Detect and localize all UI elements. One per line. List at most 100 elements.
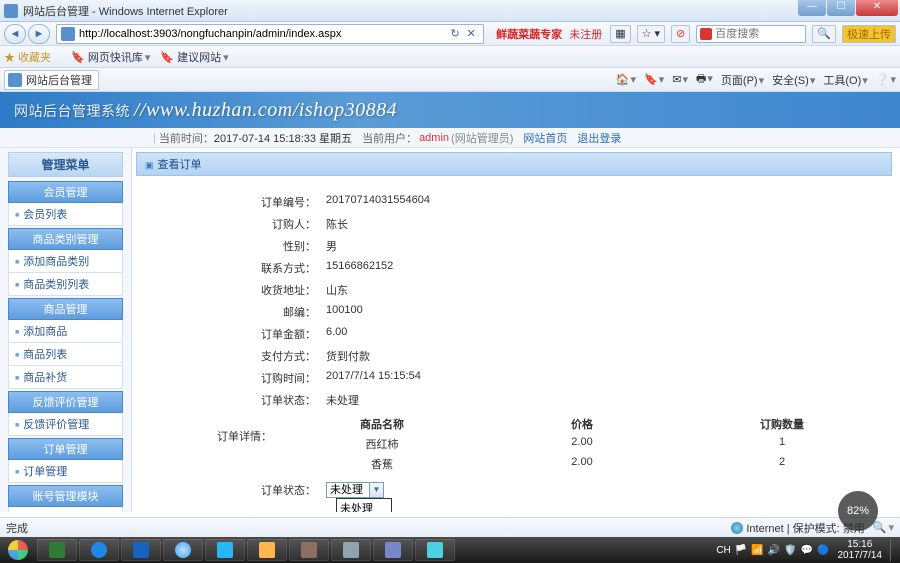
task-browser[interactable] bbox=[163, 539, 203, 561]
stop-button[interactable]: ✕ bbox=[463, 27, 479, 40]
task-ie[interactable] bbox=[79, 539, 119, 561]
compat-button[interactable]: ▦ bbox=[610, 25, 630, 43]
tray-flag-icon[interactable]: 🏳️ bbox=[735, 545, 747, 556]
task-app1[interactable] bbox=[289, 539, 329, 561]
link-site-home[interactable]: 网站首页 bbox=[523, 130, 567, 146]
home-icon[interactable]: 🏠▾ bbox=[616, 73, 636, 86]
system-tray[interactable]: CH 🏳️ 📶 🔊 🛡️ 💬 🔵 15:16 2017/7/14 bbox=[716, 539, 900, 561]
total-value: 6.00 bbox=[326, 326, 882, 342]
window-caption-buttons: — ☐ ✕ bbox=[797, 0, 898, 16]
mail-icon[interactable]: ✉▾ bbox=[672, 73, 688, 86]
sidebar-group-header[interactable]: 账号管理模块 bbox=[8, 485, 123, 507]
status-select[interactable]: 未处理 ▼ bbox=[326, 482, 384, 498]
status-dropdown[interactable]: 未处理 已发货 bbox=[336, 498, 392, 512]
task-media[interactable] bbox=[205, 539, 245, 561]
sidebar-item[interactable]: 商品列表 bbox=[8, 343, 123, 366]
feeds-icon[interactable]: 🔖▾ bbox=[644, 73, 664, 86]
ie-command-bar: 🏠▾ 🔖▾ ✉▾ 🖶▾ 页面(P)▾ 安全(S)▾ 工具(O)▾ ❔▾ bbox=[616, 70, 896, 89]
baidu-icon bbox=[700, 28, 712, 40]
search-go-button[interactable]: 🔍 bbox=[812, 25, 836, 43]
zoom-out-icon[interactable]: 🔍 bbox=[873, 521, 887, 534]
search-box[interactable] bbox=[696, 25, 806, 43]
extra-button[interactable]: ☆ ▾ bbox=[637, 25, 665, 43]
help-icon[interactable]: ❔▾ bbox=[876, 73, 896, 86]
ie-icon bbox=[91, 542, 107, 558]
tray-volume-icon[interactable]: 🔊 bbox=[768, 545, 780, 556]
fav-link-1[interactable]: 🔖 网页快讯库▾ bbox=[71, 49, 150, 65]
minimize-button[interactable]: — bbox=[798, 0, 826, 16]
time-value: 2017-07-14 15:18:33 星期五 bbox=[214, 130, 352, 146]
sidebar-item[interactable]: 商品类别列表 bbox=[8, 273, 123, 296]
sidebar-item[interactable]: 添加商品类别 bbox=[8, 250, 123, 273]
promo-banner: 鲜蔬菜蔬专家 未注册 bbox=[496, 26, 602, 42]
tray-network-icon[interactable]: 📶 bbox=[751, 545, 763, 556]
sidebar-item[interactable]: 商品补货 bbox=[8, 366, 123, 389]
url-input[interactable] bbox=[79, 28, 447, 40]
window-titlebar: 网站后台管理 - Windows Internet Explorer — ☐ ✕ bbox=[0, 0, 900, 22]
browser-tab[interactable]: 网站后台管理 bbox=[4, 70, 99, 90]
fav-link-2[interactable]: 🔖 建议网站▾ bbox=[160, 49, 228, 65]
tray-chat-icon[interactable]: 💬 bbox=[801, 545, 813, 556]
menu-tools[interactable]: 工具(O)▾ bbox=[823, 72, 867, 88]
sidebar-group: 反馈评价管理反馈评价管理 bbox=[8, 391, 123, 436]
close-button[interactable]: ✕ bbox=[856, 0, 898, 16]
show-desktop-button[interactable] bbox=[890, 539, 896, 561]
sidebar-item[interactable]: 反馈评价管理 bbox=[8, 413, 123, 436]
taskbar-clock[interactable]: 15:16 2017/7/14 bbox=[834, 539, 887, 561]
task-app3[interactable] bbox=[373, 539, 413, 561]
tray-av-icon[interactable]: 🔵 bbox=[817, 545, 829, 556]
address-bar[interactable]: ↻ ✕ bbox=[56, 24, 484, 44]
task-word[interactable] bbox=[121, 539, 161, 561]
back-button[interactable]: ◄ bbox=[4, 24, 26, 44]
ime-indicator[interactable]: CH bbox=[716, 545, 730, 556]
favorites-button[interactable]: ★ 收藏夹 bbox=[4, 49, 51, 65]
app3-icon bbox=[385, 542, 401, 558]
print-icon[interactable]: 🖶▾ bbox=[696, 70, 713, 89]
order-form: 订单编号：20170714031554604 订购人：陈长 性别：男 联系方式：… bbox=[136, 176, 892, 498]
app1-icon bbox=[301, 542, 317, 558]
admin-main: 查看订单 订单编号：20170714031554604 订购人：陈长 性别：男 … bbox=[132, 148, 900, 512]
status-option-0[interactable]: 未处理 bbox=[337, 499, 391, 512]
gender-label: 性别： bbox=[146, 238, 326, 254]
zip-label: 邮编： bbox=[146, 304, 326, 320]
promo-sub: 未注册 bbox=[569, 29, 602, 41]
buyer-value: 陈长 bbox=[326, 216, 882, 232]
block-button[interactable]: ⊘ bbox=[671, 25, 690, 43]
upload-button[interactable]: 极速上传 bbox=[842, 25, 896, 43]
link-logout[interactable]: 退出登录 bbox=[577, 130, 621, 146]
cell-price: 2.00 bbox=[482, 436, 682, 452]
cell-qty: 2 bbox=[682, 456, 882, 472]
task-explorer[interactable] bbox=[247, 539, 287, 561]
site-header: 网站后台管理系统//www.huzhan.com/ishop30884 bbox=[0, 92, 900, 128]
tray-shield-icon[interactable]: 🛡️ bbox=[784, 545, 796, 556]
menu-safety[interactable]: 安全(S)▾ bbox=[772, 72, 815, 88]
sidebar-group-header[interactable]: 订单管理 bbox=[8, 438, 123, 460]
task-app2[interactable] bbox=[331, 539, 371, 561]
sidebar-group-header[interactable]: 会员管理 bbox=[8, 181, 123, 203]
zoom-control[interactable]: 🔍 ▾ bbox=[873, 521, 894, 534]
status-select-row: 订单状态： 未处理 ▼ 未处理 已发货 bbox=[146, 482, 882, 498]
forward-button[interactable]: ► bbox=[28, 24, 50, 44]
sidebar-group-header[interactable]: 商品类别管理 bbox=[8, 228, 123, 250]
chevron-down-icon[interactable]: ▼ bbox=[369, 483, 383, 497]
sidebar-item[interactable]: 添加商品 bbox=[8, 320, 123, 343]
windows-orb-icon bbox=[8, 540, 28, 560]
table-row: 西红柿2.001 bbox=[282, 434, 882, 454]
user-role: (网站管理员) bbox=[451, 130, 513, 146]
maximize-button[interactable]: ☐ bbox=[827, 0, 855, 16]
start-button[interactable] bbox=[0, 537, 36, 563]
sidebar-item[interactable]: 会员列表 bbox=[8, 203, 123, 226]
sidebar-item[interactable]: 订单管理 bbox=[8, 460, 123, 483]
search-input[interactable] bbox=[715, 28, 785, 40]
cell-name: 香蕉 bbox=[282, 456, 482, 472]
page-content: 网站后台管理系统//www.huzhan.com/ishop30884 | 当前… bbox=[0, 92, 900, 512]
task-app4[interactable] bbox=[415, 539, 455, 561]
refresh-button[interactable]: ↻ bbox=[447, 27, 463, 40]
sidebar-item[interactable]: 新增用户 bbox=[8, 507, 123, 512]
menu-safety-label: 安全(S) bbox=[772, 75, 809, 87]
sidebar-group-header[interactable]: 商品管理 bbox=[8, 298, 123, 320]
sidebar-group-header[interactable]: 反馈评价管理 bbox=[8, 391, 123, 413]
col-price: 价格 bbox=[482, 416, 682, 432]
menu-page[interactable]: 页面(P)▾ bbox=[721, 72, 764, 88]
task-excel[interactable] bbox=[37, 539, 77, 561]
